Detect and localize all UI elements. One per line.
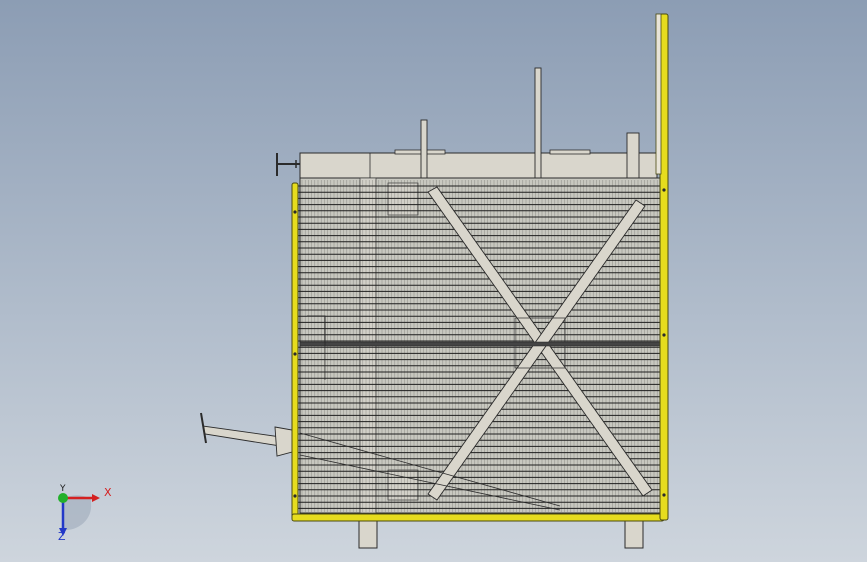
z-axis-label: Z bbox=[58, 530, 66, 543]
model-drawing[interactable] bbox=[0, 0, 867, 562]
x-axis-label: X bbox=[104, 486, 112, 499]
top-plate-lip-right bbox=[549, 149, 591, 155]
post-right bbox=[626, 132, 640, 179]
top-plate-lip bbox=[394, 149, 446, 155]
mid-rail bbox=[299, 341, 661, 347]
foot-left bbox=[358, 516, 378, 549]
foot-right bbox=[624, 516, 644, 549]
cad-viewport[interactable]: X Y Z bbox=[0, 0, 867, 562]
top-handle bbox=[276, 153, 300, 176]
y-axis-label: Y bbox=[60, 484, 66, 494]
top-plate bbox=[299, 152, 658, 180]
frame-bottom-rail bbox=[291, 513, 665, 522]
frame-left-rail bbox=[291, 182, 299, 519]
